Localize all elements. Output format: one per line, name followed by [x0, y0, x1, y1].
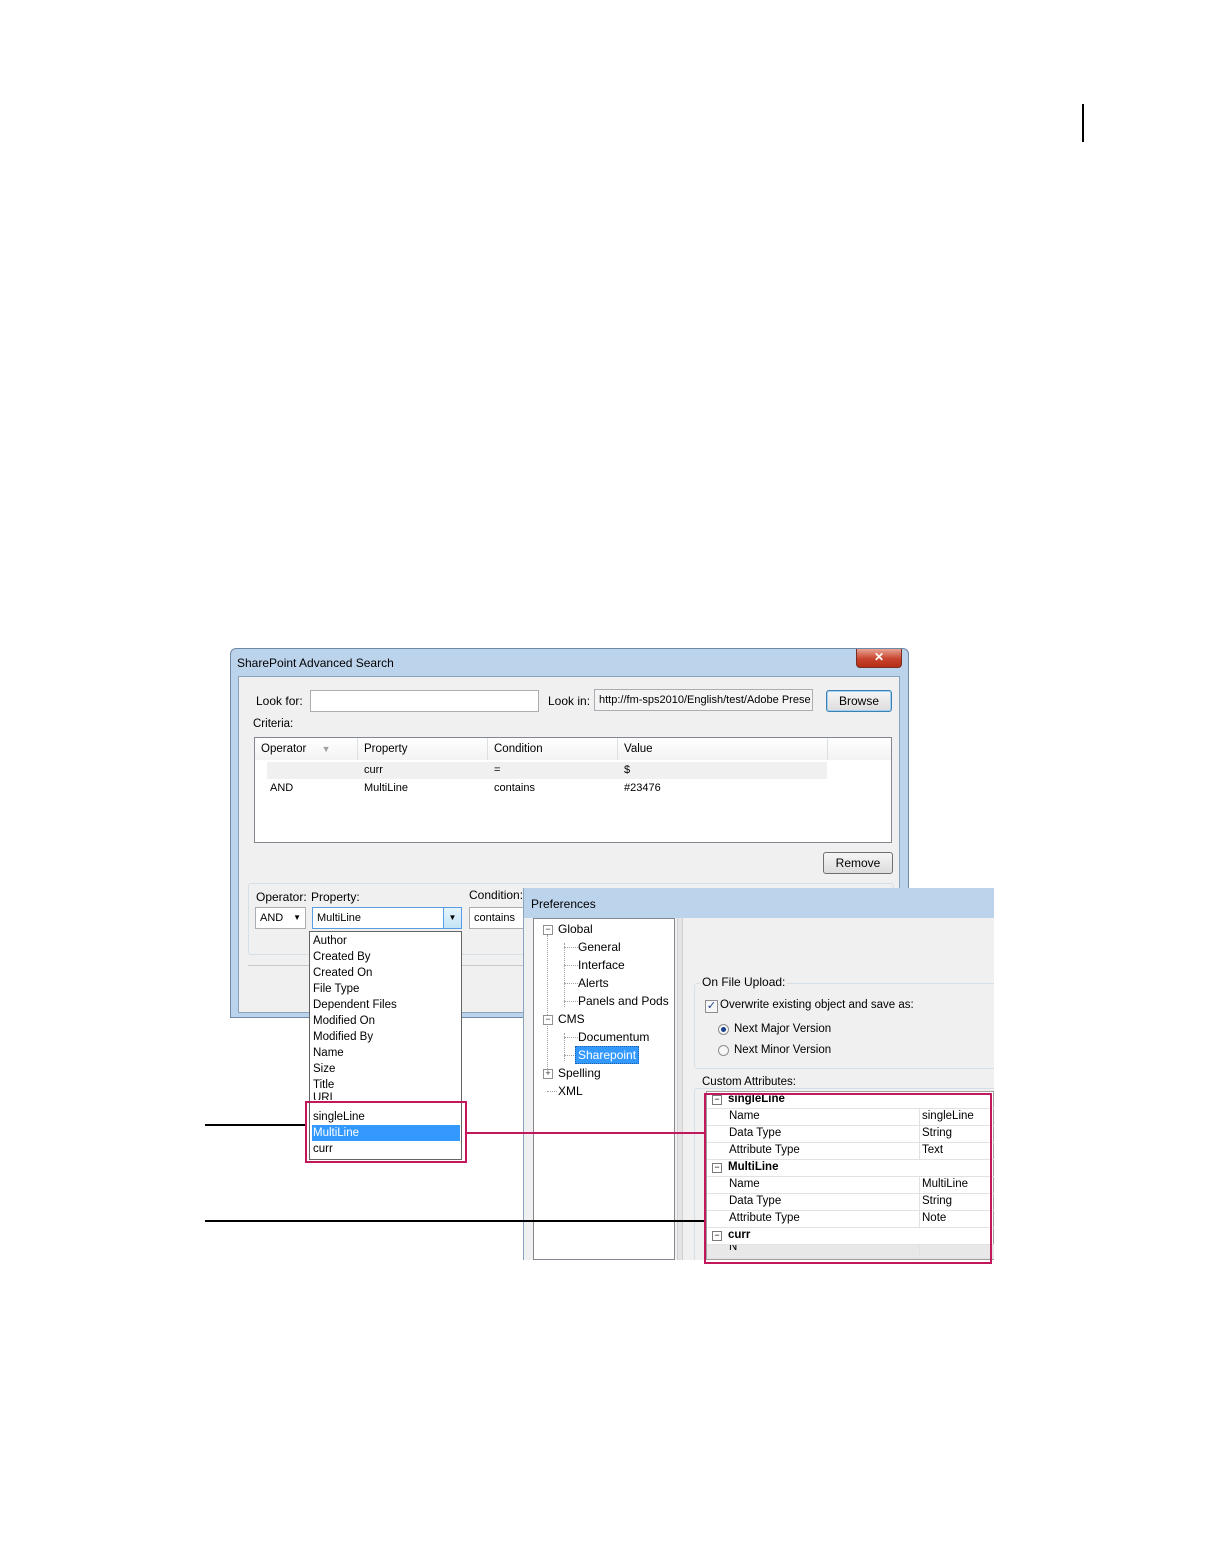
look-for-input[interactable]	[310, 690, 539, 712]
tree-item-panels-and-pods[interactable]: Panels and Pods	[578, 993, 669, 1009]
column-header-value[interactable]: Value	[618, 738, 828, 760]
dropdown-option[interactable]: Created On	[312, 965, 460, 981]
expand-icon[interactable]: +	[543, 1069, 553, 1079]
callout-leader-line	[205, 1124, 305, 1126]
table-row[interactable]: curr = $	[267, 762, 827, 779]
cell-condition: =	[494, 764, 501, 776]
operator-select[interactable]: AND ▼	[255, 907, 306, 929]
tree-guide	[564, 947, 578, 948]
preferences-title: Preferences	[531, 897, 596, 911]
column-header-label: Operator	[261, 743, 307, 755]
callout-highlight-dropdown	[305, 1101, 467, 1163]
dropdown-option[interactable]: Author	[312, 933, 460, 949]
chevron-down-icon[interactable]: ▼	[443, 908, 461, 928]
cell-value: #23476	[624, 782, 661, 794]
radio-dot	[721, 1027, 726, 1032]
next-minor-radio[interactable]	[718, 1045, 729, 1056]
tree-item-documentum[interactable]: Documentum	[578, 1029, 649, 1045]
pane-splitter[interactable]	[677, 918, 683, 1260]
cell-value: $	[624, 764, 631, 776]
overwrite-checkbox[interactable]: ✓	[705, 1000, 718, 1013]
close-button[interactable]: ✕	[856, 649, 902, 668]
look-in-label: Look in:	[548, 694, 591, 708]
operator-select-value: AND	[260, 912, 284, 924]
tree-item-spelling[interactable]: Spelling	[558, 1065, 601, 1081]
property-select[interactable]: MultiLine ▼	[312, 907, 462, 929]
column-header-property[interactable]: Property	[358, 738, 488, 760]
look-in-field[interactable]: http://fm-sps2010/English/test/Adobe Pre…	[594, 689, 813, 711]
next-major-radio[interactable]	[718, 1024, 729, 1035]
condition-label: Condition:	[469, 888, 524, 902]
tree-item-general[interactable]: General	[578, 939, 621, 955]
dropdown-option[interactable]: Modified By	[312, 1029, 460, 1045]
callout-leader-line	[205, 1220, 704, 1222]
tree-item-xml[interactable]: XML	[558, 1083, 583, 1099]
table-row[interactable]: AND MultiLine contains #23476	[267, 780, 827, 797]
tree-guide	[547, 935, 548, 1079]
dropdown-option[interactable]: Created By	[312, 949, 460, 965]
tree-item-alerts[interactable]: Alerts	[578, 975, 609, 991]
cell-condition: contains	[494, 782, 535, 794]
column-header-condition[interactable]: Condition	[488, 738, 618, 760]
next-minor-label: Next Minor Version	[734, 1044, 832, 1056]
tree-item-sharepoint[interactable]: Sharepoint	[575, 1046, 640, 1064]
tree-guide	[547, 1091, 557, 1092]
overwrite-label: Overwrite existing object and save as:	[720, 999, 914, 1011]
criteria-label: Criteria:	[253, 718, 294, 730]
tree-guide	[564, 1037, 578, 1038]
property-label: Property:	[311, 890, 360, 904]
custom-attributes-label: Custom Attributes:	[700, 1076, 798, 1088]
dropdown-option[interactable]: Modified On	[312, 1013, 460, 1029]
tree-guide	[564, 983, 578, 984]
collapse-icon[interactable]: −	[543, 925, 553, 935]
sort-arrow-icon: ▼	[321, 744, 331, 754]
tree-guide	[564, 943, 565, 1007]
criteria-table: Operator ▼ Property Condition Value curr…	[254, 737, 892, 843]
look-for-label: Look for:	[256, 694, 303, 708]
dropdown-option[interactable]: Size	[312, 1061, 460, 1077]
dropdown-option[interactable]: Title	[312, 1077, 460, 1093]
tree-guide	[564, 965, 578, 966]
remove-button[interactable]: Remove	[823, 852, 893, 874]
column-header-filler	[828, 738, 891, 760]
dialog-title: SharePoint Advanced Search	[237, 656, 394, 670]
callout-connector-line	[467, 1132, 704, 1134]
tree-item-cms[interactable]: CMS	[558, 1011, 585, 1027]
callout-highlight-attributes	[704, 1093, 992, 1264]
cell-property: MultiLine	[364, 782, 409, 794]
collapse-icon[interactable]: −	[543, 1015, 553, 1025]
dropdown-option[interactable]: File Type	[312, 981, 460, 997]
preferences-titlebar: Preferences	[524, 888, 994, 918]
dropdown-option[interactable]: URL	[312, 1092, 460, 1100]
tree-item-interface[interactable]: Interface	[578, 957, 625, 973]
chevron-down-icon: ▼	[293, 913, 301, 922]
tree-item-global[interactable]: Global	[558, 921, 593, 937]
cell-property: curr	[364, 764, 383, 776]
next-major-label: Next Major Version	[734, 1023, 832, 1035]
tree-guide	[564, 1001, 578, 1002]
page-margin-rule	[1082, 104, 1084, 142]
column-header-operator[interactable]: Operator ▼	[255, 738, 358, 760]
operator-label: Operator:	[256, 890, 307, 904]
dropdown-option[interactable]: Name	[312, 1045, 460, 1061]
property-select-value: MultiLine	[317, 912, 362, 924]
preferences-tree: − Global General Interface Alerts Panels…	[533, 918, 675, 1260]
cell-operator: AND	[270, 782, 294, 794]
on-file-upload-label: On File Upload:	[700, 975, 788, 989]
dropdown-option[interactable]: Dependent Files	[312, 997, 460, 1013]
condition-select[interactable]: contains	[469, 907, 529, 929]
browse-button[interactable]: Browse	[826, 690, 892, 712]
